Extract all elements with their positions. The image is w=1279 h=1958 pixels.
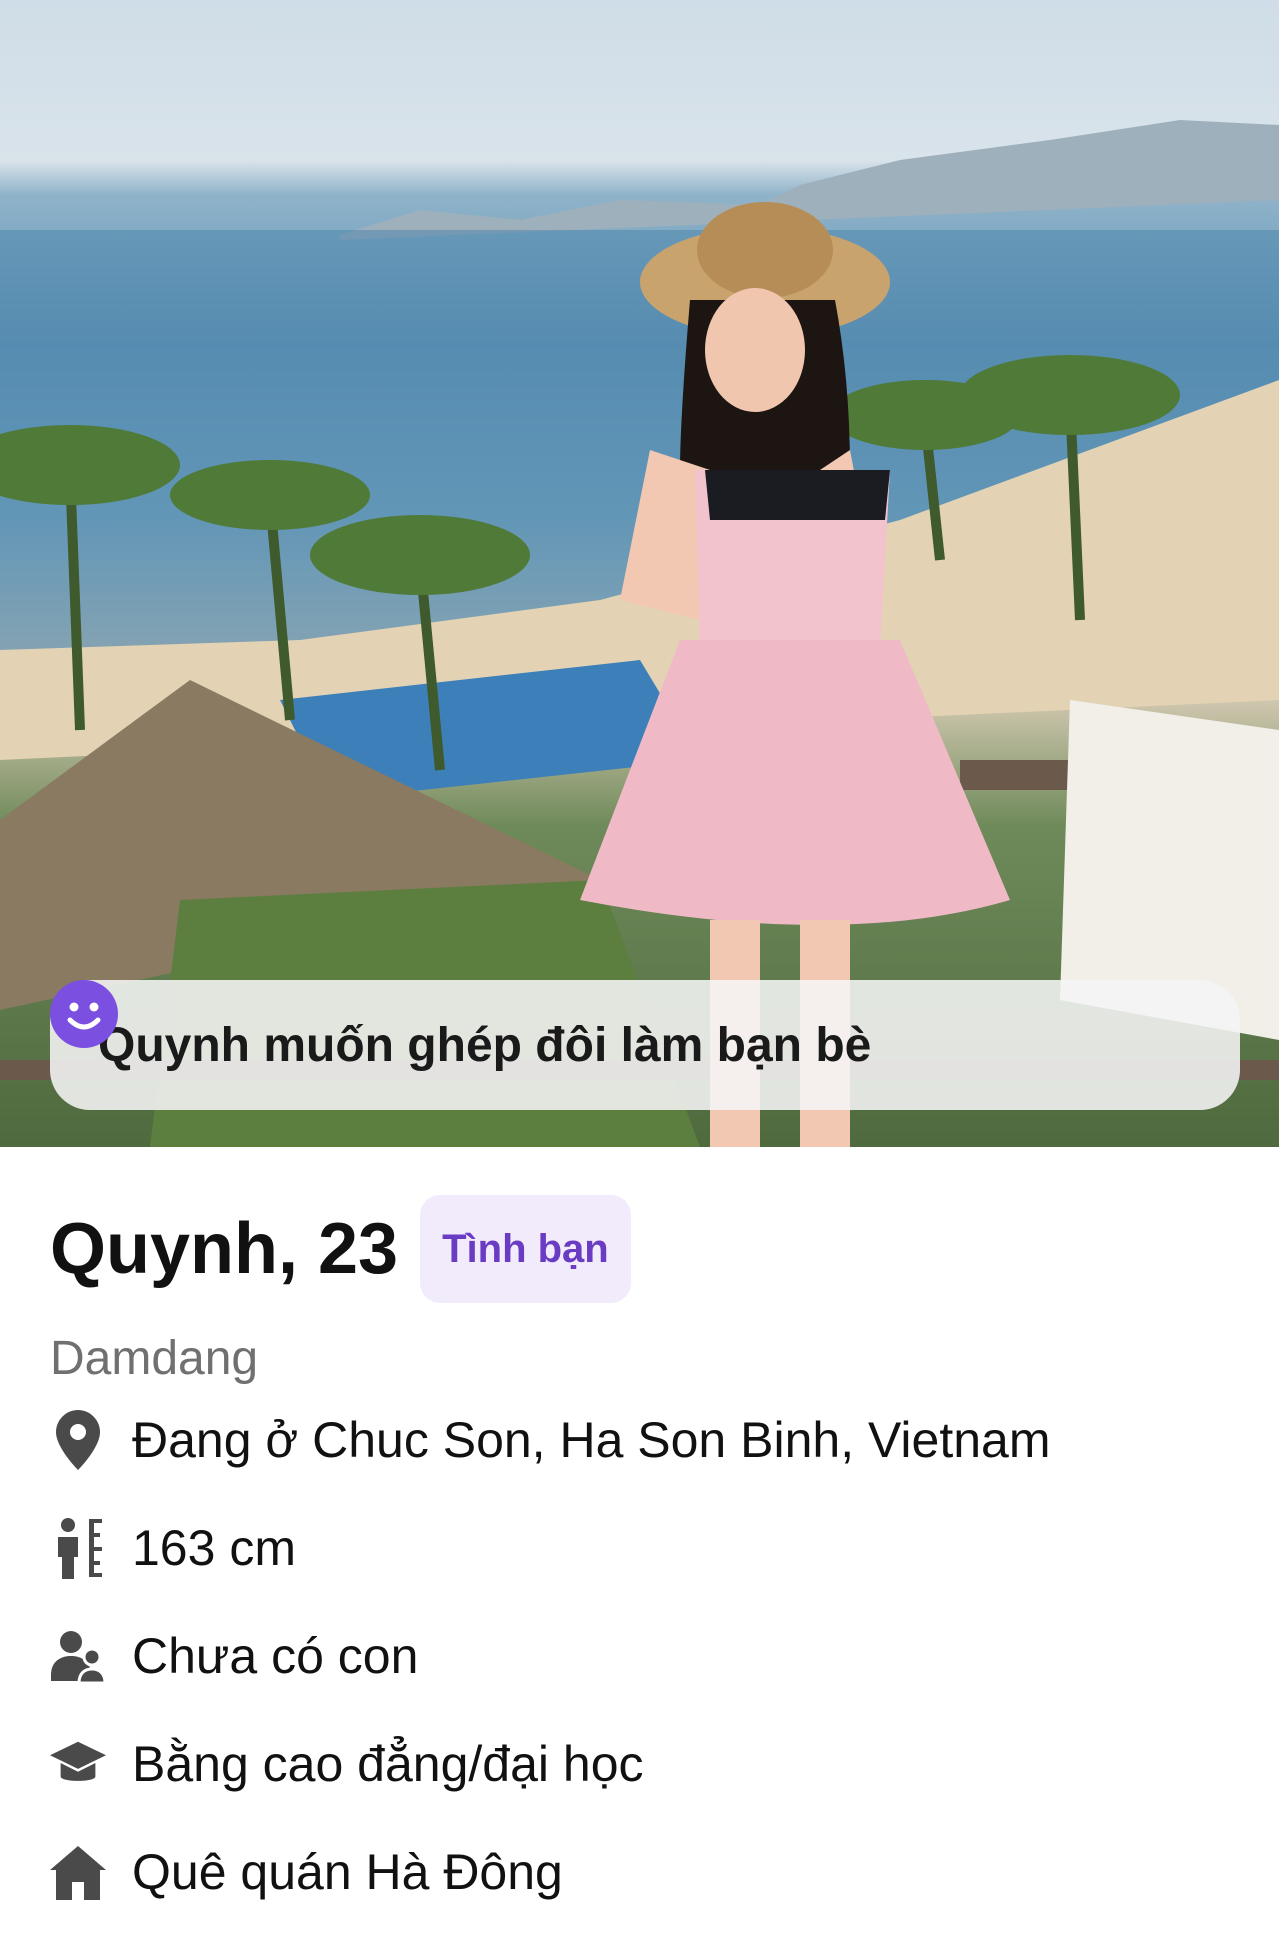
detail-hometown-text: Quê quán Hà Đông bbox=[132, 1844, 563, 1900]
relationship-goal-tag[interactable]: Tình bạn bbox=[420, 1195, 631, 1303]
detail-education-text: Bằng cao đẳng/đại học bbox=[132, 1736, 644, 1792]
match-intent-text: Quynh muốn ghép đôi làm bạn bè bbox=[98, 1018, 872, 1072]
profile-name-age: Quynh, 23 bbox=[50, 1209, 399, 1289]
detail-hometown: Quê quán Hà Đông bbox=[50, 1818, 1279, 1926]
detail-children: Chưa có con bbox=[50, 1602, 1279, 1710]
detail-location-text: Đang ở Chuc Son, Ha Son Binh, Vietnam bbox=[132, 1412, 1051, 1468]
detail-height-text: 163 cm bbox=[132, 1520, 296, 1576]
location-pin-icon bbox=[50, 1408, 106, 1472]
match-intent-banner: Quynh muốn ghép đôi làm bạn bè bbox=[50, 980, 1240, 1110]
name-row: Quynh, 23 Tình bạn bbox=[50, 1195, 1279, 1303]
beach-scene-illustration bbox=[0, 120, 1279, 1147]
profile-subtitle: Damdang bbox=[50, 1332, 259, 1385]
home-icon bbox=[50, 1840, 106, 1904]
profile-photo[interactable]: Quynh muốn ghép đôi làm bạn bè bbox=[0, 0, 1279, 1147]
detail-education: Bằng cao đẳng/đại học bbox=[50, 1710, 1279, 1818]
height-icon bbox=[50, 1516, 106, 1580]
smiley-face-icon bbox=[50, 980, 118, 1048]
detail-location: Đang ở Chuc Son, Ha Son Binh, Vietnam bbox=[50, 1386, 1279, 1494]
detail-height: 163 cm bbox=[50, 1494, 1279, 1602]
detail-children-text: Chưa có con bbox=[132, 1628, 419, 1684]
graduation-cap-icon bbox=[50, 1732, 106, 1796]
profile-info: Quynh, 23 Tình bạn Damdang Đang ở Chuc S… bbox=[0, 1195, 1279, 1926]
children-icon bbox=[50, 1624, 106, 1688]
